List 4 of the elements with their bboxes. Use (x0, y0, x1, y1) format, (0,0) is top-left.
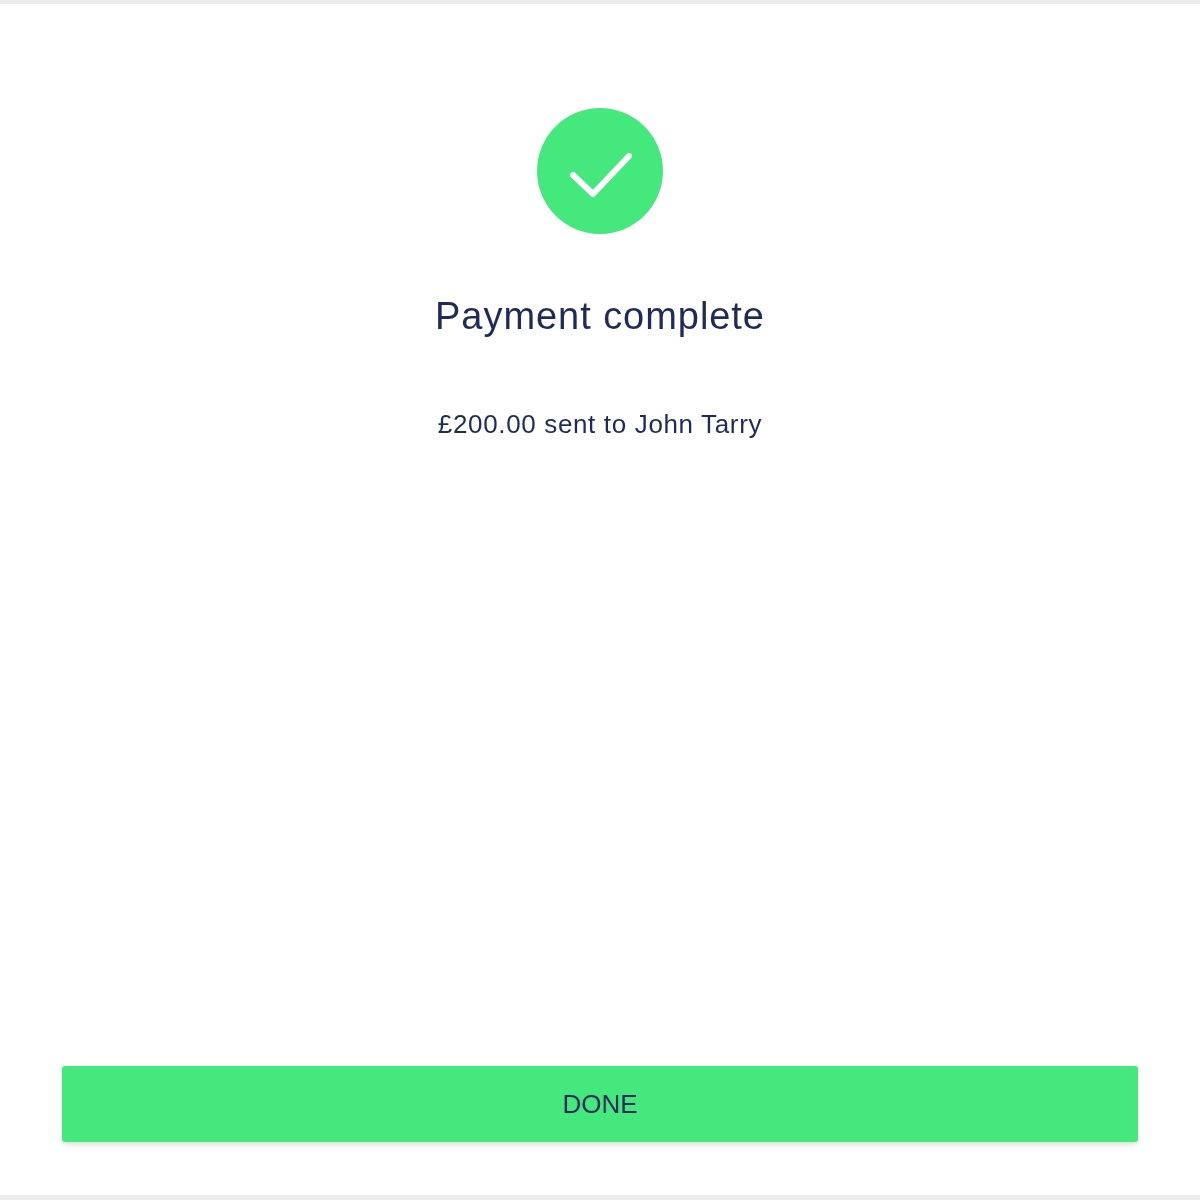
payment-message: £200.00 sent to John Tarry (437, 408, 763, 440)
checkmark-icon (537, 108, 663, 234)
done-button[interactable]: DONE (62, 1066, 1138, 1142)
title: Payment complete (435, 294, 765, 339)
